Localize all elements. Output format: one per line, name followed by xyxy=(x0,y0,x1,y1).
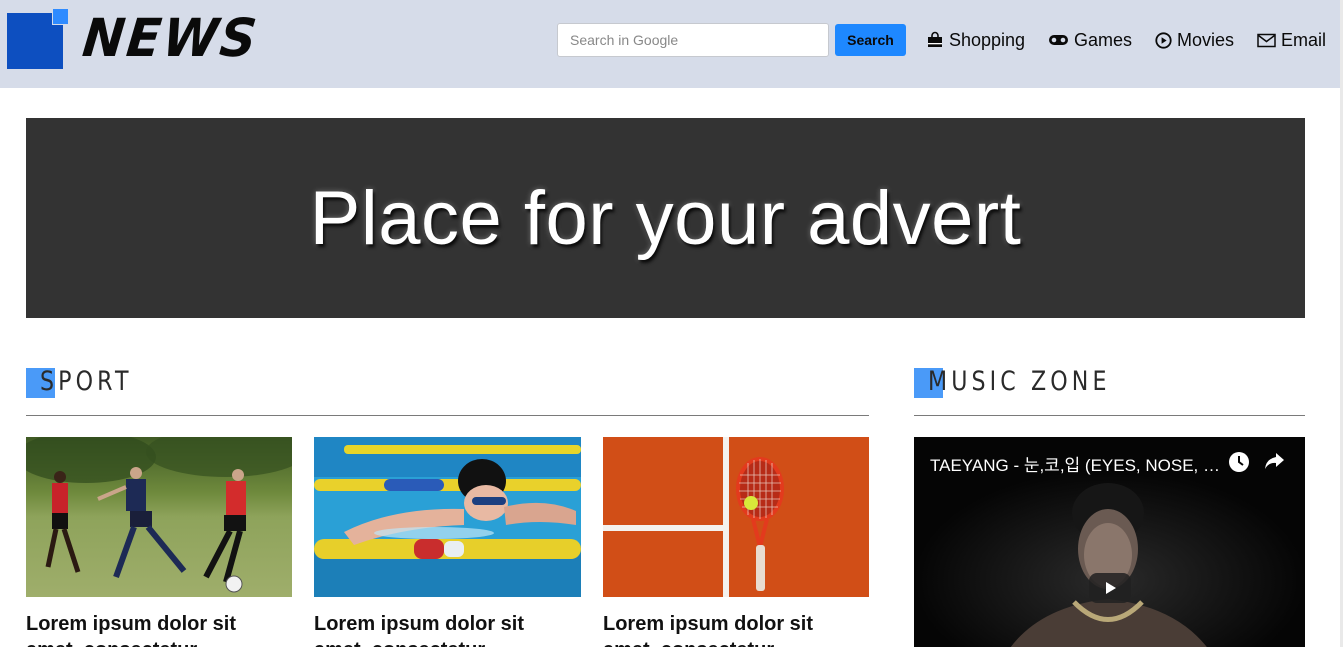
play-button[interactable] xyxy=(1089,573,1131,603)
swimmer-photo[interactable] xyxy=(314,437,581,597)
nav-email-link[interactable]: Email xyxy=(1257,28,1326,52)
tennis-racket-photo[interactable] xyxy=(603,437,869,597)
sport-card[interactable]: Lorem ipsum dolor sit amet, consectetur xyxy=(603,437,869,647)
sport-section-heading: SPORT xyxy=(26,366,869,416)
nav-shopping-label: Shopping xyxy=(949,29,1026,50)
nav-movies-link[interactable]: Movies xyxy=(1155,28,1234,52)
share-icon[interactable] xyxy=(1263,451,1285,471)
advert-text: Place for your advert xyxy=(309,175,1022,261)
nav-email-label: Email xyxy=(1281,29,1327,50)
sport-card-title[interactable]: Lorem ipsum dolor sit amet, consectetur xyxy=(603,611,843,647)
nav-movies-label: Movies xyxy=(1177,29,1235,50)
search-button[interactable]: Search xyxy=(835,24,906,56)
logo-square-small xyxy=(52,8,69,25)
logo-text: NEWS xyxy=(79,7,262,69)
music-section-heading: MUSIC ZONE xyxy=(914,366,1305,416)
site-logo[interactable]: NEWS xyxy=(7,7,261,71)
gamepad-icon xyxy=(1049,35,1068,45)
nav-games-link[interactable]: Games xyxy=(1048,28,1132,52)
site-header: NEWS Search Shopping Games Movies Email xyxy=(0,0,1340,88)
football-players-photo[interactable] xyxy=(26,437,292,597)
play-circle-icon xyxy=(1155,31,1172,49)
sport-heading-text: SPORT xyxy=(40,366,133,397)
music-heading-text: MUSIC ZONE xyxy=(928,366,1111,397)
watch-later-icon[interactable] xyxy=(1228,451,1250,473)
shopping-bag-icon xyxy=(928,31,942,47)
sport-card-title[interactable]: Lorem ipsum dolor sit amet, consectetur xyxy=(314,611,554,647)
sport-card-title[interactable]: Lorem ipsum dolor sit amet, consectetur xyxy=(26,611,266,647)
play-icon xyxy=(1106,582,1116,594)
music-video-player[interactable]: TAEYANG - 눈,코,입 (EYES, NOSE, LIPS) M/V xyxy=(914,437,1305,647)
sport-card[interactable]: Lorem ipsum dolor sit amet, consectetur xyxy=(314,437,581,647)
sport-card[interactable]: Lorem ipsum dolor sit amet, consectetur xyxy=(26,437,292,647)
search-input[interactable] xyxy=(557,23,829,57)
nav-shopping-link[interactable]: Shopping xyxy=(926,28,1025,52)
advert-banner[interactable]: Place for your advert xyxy=(26,118,1305,318)
envelope-icon xyxy=(1257,33,1276,47)
nav-games-label: Games xyxy=(1074,29,1133,50)
video-title[interactable]: TAEYANG - 눈,코,입 (EYES, NOSE, LIPS) M/V xyxy=(930,451,1220,476)
